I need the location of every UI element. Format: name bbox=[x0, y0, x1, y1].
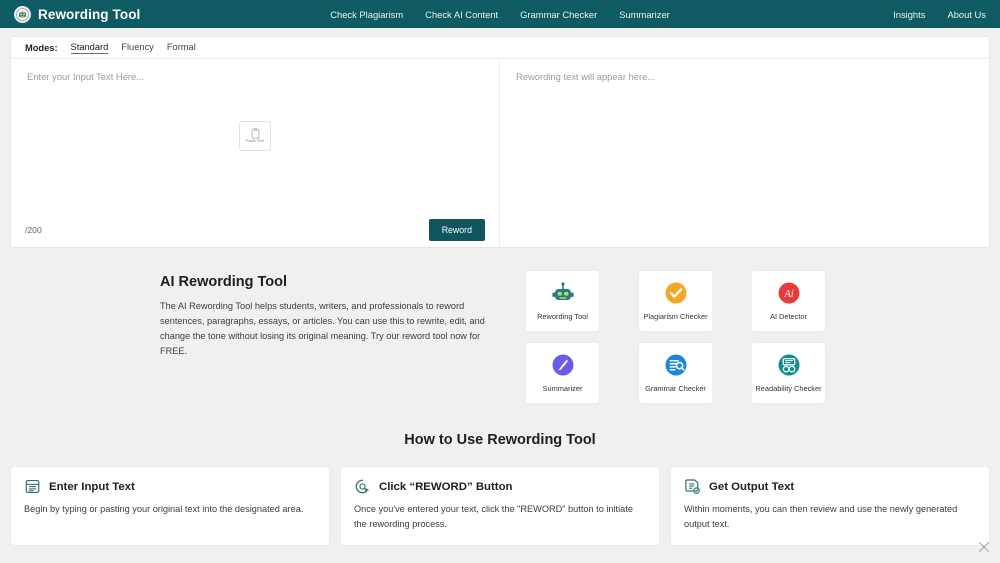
nav-about-us[interactable]: About Us bbox=[947, 9, 986, 20]
nav-check-ai-content[interactable]: Check AI Content bbox=[425, 9, 498, 20]
document-lines-icon bbox=[24, 478, 41, 495]
tool-label: Grammar Checker bbox=[645, 384, 706, 393]
howto-card-title: Get Output Text bbox=[709, 481, 794, 493]
input-placeholder: Enter your Input Text Here... bbox=[11, 59, 499, 82]
howto-card-head: Get Output Text bbox=[684, 478, 976, 495]
editor-panes: Enter your Input Text Here... Paste Text… bbox=[11, 59, 989, 247]
paste-text-button[interactable]: Paste Text bbox=[239, 121, 271, 151]
tool-card-rewording-tool[interactable]: Rewording Tool bbox=[525, 270, 600, 332]
brand-name: Rewording Tool bbox=[38, 7, 140, 22]
howto-cards: Enter Input Text Begin by typing or past… bbox=[10, 466, 990, 546]
howto-title: How to Use Rewording Tool bbox=[0, 432, 1000, 448]
rewording-editor: Modes: Standard Fluency Formal Enter you… bbox=[10, 36, 990, 248]
tool-card-summarizer[interactable]: Summarizer bbox=[525, 342, 600, 404]
howto-card-text: Once you've entered your text, click the… bbox=[354, 502, 646, 531]
tools-grid: Rewording Tool Plagiarism Checker Ai AI … bbox=[525, 270, 826, 404]
tool-card-readability-checker[interactable]: Readability Checker bbox=[751, 342, 826, 404]
ai-circle-icon: Ai bbox=[777, 281, 801, 305]
paste-text-label: Paste Text bbox=[246, 140, 264, 144]
robot-icon bbox=[14, 6, 31, 23]
click-cursor-icon bbox=[354, 478, 371, 495]
tool-label: Rewording Tool bbox=[537, 312, 588, 321]
brand[interactable]: Rewording Tool bbox=[14, 6, 140, 23]
info-column: AI Rewording Tool The AI Rewording Tool … bbox=[160, 270, 490, 404]
nav-check-plagiarism[interactable]: Check Plagiarism bbox=[330, 9, 403, 20]
input-pane[interactable]: Enter your Input Text Here... Paste Text… bbox=[11, 59, 500, 247]
close-icon[interactable] bbox=[977, 540, 991, 554]
nav-summarizer[interactable]: Summarizer bbox=[619, 9, 670, 20]
modes-bar: Modes: Standard Fluency Formal bbox=[11, 37, 989, 59]
svg-text:Ai: Ai bbox=[783, 289, 793, 300]
document-check-icon bbox=[684, 478, 701, 495]
nav-grammar-checker[interactable]: Grammar Checker bbox=[520, 9, 597, 20]
robot-icon bbox=[551, 281, 575, 305]
reword-button[interactable]: Reword bbox=[429, 219, 485, 241]
check-circle-icon bbox=[664, 281, 688, 305]
mode-formal[interactable]: Formal bbox=[167, 42, 196, 53]
tool-label: Readability Checker bbox=[755, 384, 821, 393]
modes-label: Modes: bbox=[25, 43, 58, 53]
editor-footer: /200 Reword bbox=[11, 213, 499, 247]
output-pane[interactable]: Rewording text will appear here... bbox=[500, 59, 989, 247]
howto-card-title: Click “REWORD” Button bbox=[379, 481, 513, 493]
howto-card-text: Within moments, you can then review and … bbox=[684, 502, 976, 531]
info-title: AI Rewording Tool bbox=[160, 274, 490, 290]
secondary-nav: Insights About Us bbox=[893, 9, 986, 20]
howto-card-get-output-text: Get Output Text Within moments, you can … bbox=[670, 466, 990, 546]
glasses-icon bbox=[777, 353, 801, 377]
primary-nav: Check Plagiarism Check AI Content Gramma… bbox=[330, 9, 670, 20]
howto-card-click-reword-button: Click “REWORD” Button Once you've entere… bbox=[340, 466, 660, 546]
output-placeholder: Rewording text will appear here... bbox=[500, 59, 989, 82]
mode-standard[interactable]: Standard bbox=[71, 42, 109, 54]
howto-card-head: Enter Input Text bbox=[24, 478, 316, 495]
clipboard-icon bbox=[251, 128, 260, 139]
howto-card-enter-input-text: Enter Input Text Begin by typing or past… bbox=[10, 466, 330, 546]
tool-card-plagiarism-checker[interactable]: Plagiarism Checker bbox=[638, 270, 713, 332]
howto-card-head: Click “REWORD” Button bbox=[354, 478, 646, 495]
site-header: Rewording Tool Check Plagiarism Check AI… bbox=[0, 0, 1000, 28]
howto-card-title: Enter Input Text bbox=[49, 481, 135, 493]
character-counter: /200 bbox=[25, 225, 42, 235]
info-and-tools: AI Rewording Tool The AI Rewording Tool … bbox=[10, 270, 990, 404]
document-search-icon bbox=[664, 353, 688, 377]
tool-label: Plagiarism Checker bbox=[643, 312, 707, 321]
nav-insights[interactable]: Insights bbox=[893, 9, 925, 20]
howto-card-text: Begin by typing or pasting your original… bbox=[24, 502, 316, 517]
pen-circle-icon bbox=[551, 353, 575, 377]
tool-label: AI Detector bbox=[770, 312, 807, 321]
tool-label: Summarizer bbox=[543, 384, 583, 393]
info-description: The AI Rewording Tool helps students, wr… bbox=[160, 299, 490, 359]
mode-fluency[interactable]: Fluency bbox=[121, 42, 154, 53]
tool-card-grammar-checker[interactable]: Grammar Checker bbox=[638, 342, 713, 404]
tool-card-ai-detector[interactable]: Ai AI Detector bbox=[751, 270, 826, 332]
